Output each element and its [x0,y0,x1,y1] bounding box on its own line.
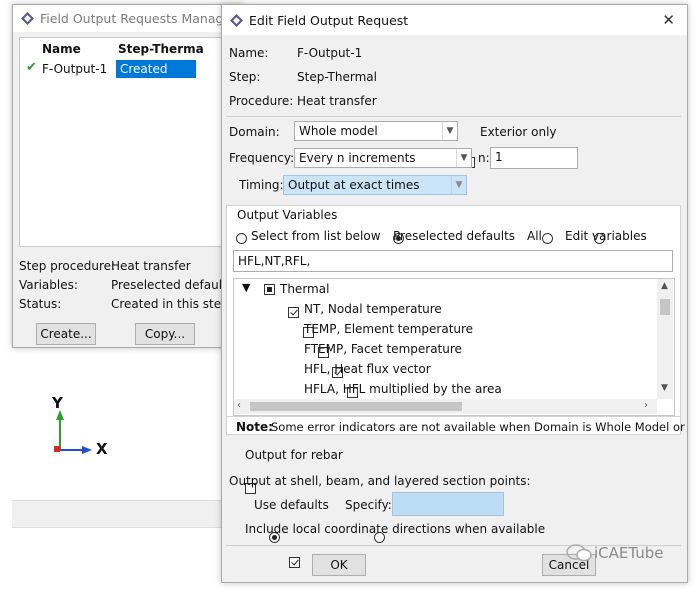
exterior-only-label: Exterior only [480,125,557,139]
table-row[interactable]: ✔ F-Output-1 Created [20,60,240,78]
scroll-down-icon[interactable]: ▼ [661,383,668,393]
field-output-manager-window: Field Output Requests Manager Name Step-… [12,4,244,348]
timing-value: Output at exact times [288,178,420,192]
variables-text-field[interactable]: HFL,NT,RFL, [233,250,673,272]
note-bold: Note: [236,420,273,434]
manager-titlebar[interactable]: Field Output Requests Manager [13,5,243,32]
n-value: 1 [495,150,503,164]
local-coord-label: Include local coordinate directions when… [245,522,546,536]
step-procedure-label: Step procedure: [19,259,116,273]
step-label: Step: [229,70,261,84]
variables-label: Variables: [19,278,78,292]
collapse-triangle-icon[interactable]: ▼ [242,281,250,294]
frequency-select[interactable]: Every n increments ▼ [294,148,472,168]
output-variables-group: Output Variables Select from list below … [226,205,685,435]
requests-table: Name Step-Therma ✔ F-Output-1 Created [19,37,241,247]
variables-text: HFL,NT,RFL, [238,254,311,268]
vertical-scrollbar[interactable]: ▲ ▼ [657,279,673,399]
request-status: Created [120,62,168,76]
tree-item-label: HFL, Heat flux vector [304,362,431,376]
tree-item-label: TEMP, Element temperature [304,322,474,336]
tree-group-thermal: Thermal [280,282,330,296]
x-axis-label: X [96,440,108,458]
partial-check-icon[interactable] [264,284,275,295]
edit-variables-label: Edit variables [565,229,647,243]
tree-item-checkbox[interactable] [288,307,299,318]
dialog-titlebar[interactable]: Edit Field Output Request ✕ [222,5,687,35]
divider [226,116,681,117]
request-name: F-Output-1 [42,62,108,76]
all-label: All [527,229,542,243]
variables-value: Preselected defaults [111,278,234,292]
note-divider [227,416,680,417]
column-header-name[interactable]: Name [42,42,81,56]
specify-input[interactable] [392,492,504,516]
create-button[interactable]: Create... [36,323,96,345]
chevron-down-icon: ▼ [456,149,471,167]
status-label: Status: [19,297,62,311]
scroll-left-icon[interactable]: ‹ [237,400,241,411]
note-text: Some error indicators are not available … [271,420,685,434]
scroll-up-icon[interactable]: ▲ [661,281,668,291]
tree-item-label: FTEMP, Facet temperature [304,342,462,356]
step-value: Step-Thermal [297,70,377,84]
name-value: F-Output-1 [297,46,363,60]
select-from-list-label: Select from list below [251,229,381,243]
chevron-down-icon: ▼ [451,176,466,194]
domain-label: Domain: [229,125,280,139]
axis-triad: Y X [44,394,124,464]
app-background-strip [12,500,224,528]
abaqus-icon [21,12,34,25]
horizontal-scrollbar[interactable]: ‹ › [234,399,657,414]
select-from-list-radio[interactable] [236,233,247,244]
n-input[interactable]: 1 [490,147,578,169]
frequency-value: Every n increments [299,151,416,165]
tree-item-label: NT, Nodal temperature [304,302,442,316]
step-procedure-value: Heat transfer [111,259,191,273]
procedure-value: Heat transfer [297,94,377,108]
scroll-right-icon[interactable]: › [644,400,648,411]
edit-field-output-dialog: Edit Field Output Request ✕ Name: F-Outp… [221,4,688,583]
domain-select[interactable]: Whole model ▼ [294,121,458,141]
variables-tree[interactable]: ▼ Thermal NT, Nodal temperature TEMP, El… [233,278,675,416]
n-label: n: [478,151,490,165]
watermark-text: iCAETube [594,544,664,562]
watermark: iCAETube [566,544,664,562]
all-radio[interactable] [541,233,553,244]
tree-item-label: HFLA, HFL multiplied by the area [304,382,502,396]
column-header-step[interactable]: Step-Therma [118,42,204,56]
domain-value: Whole model [299,124,378,138]
timing-select[interactable]: Output at exact times ▼ [283,175,467,195]
specify-label: Specify: [345,498,392,512]
timing-label: Timing: [239,178,284,192]
use-defaults-label: Use defaults [254,498,329,512]
preselected-defaults-label: Preselected defaults [393,229,516,243]
chevron-down-icon: ▼ [442,122,457,140]
scroll-thumb[interactable] [250,402,462,411]
close-icon[interactable]: ✕ [662,11,675,29]
check-mark-icon: ✔ [26,60,37,75]
name-label: Name: [229,46,269,60]
output-variables-title: Output Variables [237,208,338,222]
abaqus-icon [230,13,243,27]
local-coord-checkbox[interactable] [289,557,301,568]
manager-title: Field Output Requests Manager [40,11,237,26]
status-value: Created in this step [111,297,229,311]
frequency-label: Frequency: [229,151,295,165]
section-points-label: Output at shell, beam, and layered secti… [229,474,531,488]
procedure-label: Procedure: [229,94,294,108]
wechat-icon [566,544,592,562]
dialog-title: Edit Field Output Request [249,12,409,28]
output-for-rebar-label: Output for rebar [245,448,343,462]
scroll-thumb[interactable] [660,299,670,315]
copy-button[interactable]: Copy... [135,323,195,345]
y-axis-label: Y [52,394,63,412]
ok-button[interactable]: OK [312,554,366,576]
